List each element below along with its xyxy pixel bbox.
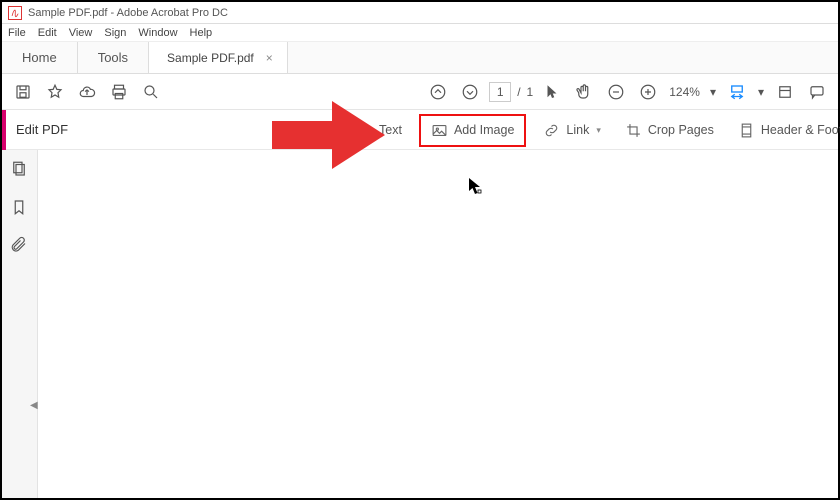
star-icon[interactable] xyxy=(42,79,68,105)
mouse-cursor xyxy=(468,177,482,195)
menu-edit[interactable]: Edit xyxy=(38,27,57,39)
edit-pdf-accent xyxy=(2,110,6,150)
fit-width-icon[interactable] xyxy=(724,79,750,105)
link-icon xyxy=(543,122,560,139)
print-icon[interactable] xyxy=(106,79,132,105)
menu-help[interactable]: Help xyxy=(190,27,213,39)
selection-cursor-icon[interactable] xyxy=(539,79,565,105)
page-current-input[interactable]: 1 xyxy=(489,82,511,102)
document-canvas[interactable] xyxy=(38,150,838,498)
crop-label: Crop Pages xyxy=(648,123,714,137)
page-total: 1 xyxy=(527,85,534,99)
zoom-dropdown-caret[interactable]: ▾ xyxy=(710,85,716,99)
zoom-in-icon[interactable] xyxy=(635,79,661,105)
header-footer-button[interactable]: Header & Footer ▾ xyxy=(731,118,840,143)
crop-icon xyxy=(625,122,642,139)
add-image-button[interactable]: Add Image xyxy=(419,114,526,147)
link-button[interactable]: Link ▾ xyxy=(536,118,607,143)
hand-icon[interactable] xyxy=(571,79,597,105)
left-sidebar: ◀ xyxy=(2,150,38,498)
acrobat-icon xyxy=(8,6,22,20)
add-image-label: Add Image xyxy=(454,123,514,137)
tab-document-label: Sample PDF.pdf xyxy=(167,51,254,65)
menubar: File Edit View Sign Window Help xyxy=(2,24,838,42)
menu-file[interactable]: File xyxy=(8,27,26,39)
thumbnails-icon[interactable] xyxy=(10,160,30,180)
menu-window[interactable]: Window xyxy=(138,27,177,39)
cloud-upload-icon[interactable] xyxy=(74,79,100,105)
edit-pdf-toolbar: Edit PDF Text Add Image Link ▾ Crop Page… xyxy=(2,110,838,150)
tab-document[interactable]: Sample PDF.pdf × xyxy=(149,42,288,73)
bookmark-icon[interactable] xyxy=(10,198,30,218)
annotation-arrow xyxy=(272,97,387,173)
attachment-icon[interactable] xyxy=(10,236,30,256)
page-display-icon[interactable] xyxy=(772,79,798,105)
page-up-icon[interactable] xyxy=(425,79,451,105)
menu-sign[interactable]: Sign xyxy=(104,27,126,39)
save-icon[interactable] xyxy=(10,79,36,105)
tab-close-button[interactable]: × xyxy=(266,51,273,65)
search-icon[interactable] xyxy=(138,79,164,105)
crop-pages-button[interactable]: Crop Pages xyxy=(618,118,721,143)
zoom-value[interactable]: 124% xyxy=(669,85,700,99)
image-icon xyxy=(431,122,448,139)
collapse-sidebar-icon[interactable]: ◀ xyxy=(30,400,38,411)
page-icon xyxy=(738,122,755,139)
tabbar: Home Tools Sample PDF.pdf × xyxy=(2,42,838,74)
edit-pdf-title: Edit PDF xyxy=(16,122,68,137)
menu-view[interactable]: View xyxy=(69,27,93,39)
header-footer-label: Header & Footer xyxy=(761,123,840,137)
chevron-down-icon: ▾ xyxy=(596,125,601,136)
window-title: Sample PDF.pdf - Adobe Acrobat Pro DC xyxy=(28,7,228,19)
page-separator: / xyxy=(517,85,520,99)
workarea: ◀ xyxy=(2,150,838,498)
comment-icon[interactable] xyxy=(804,79,830,105)
titlebar: Sample PDF.pdf - Adobe Acrobat Pro DC xyxy=(2,2,838,24)
main-toolbar: 1 / 1 124% ▾ ▾ xyxy=(2,74,838,110)
link-label: Link xyxy=(566,123,589,137)
page-indicator: 1 / 1 xyxy=(489,82,533,102)
tab-home[interactable]: Home xyxy=(2,42,78,73)
tab-tools[interactable]: Tools xyxy=(78,42,149,73)
zoom-out-icon[interactable] xyxy=(603,79,629,105)
page-down-icon[interactable] xyxy=(457,79,483,105)
fit-dropdown-caret[interactable]: ▾ xyxy=(758,85,764,99)
